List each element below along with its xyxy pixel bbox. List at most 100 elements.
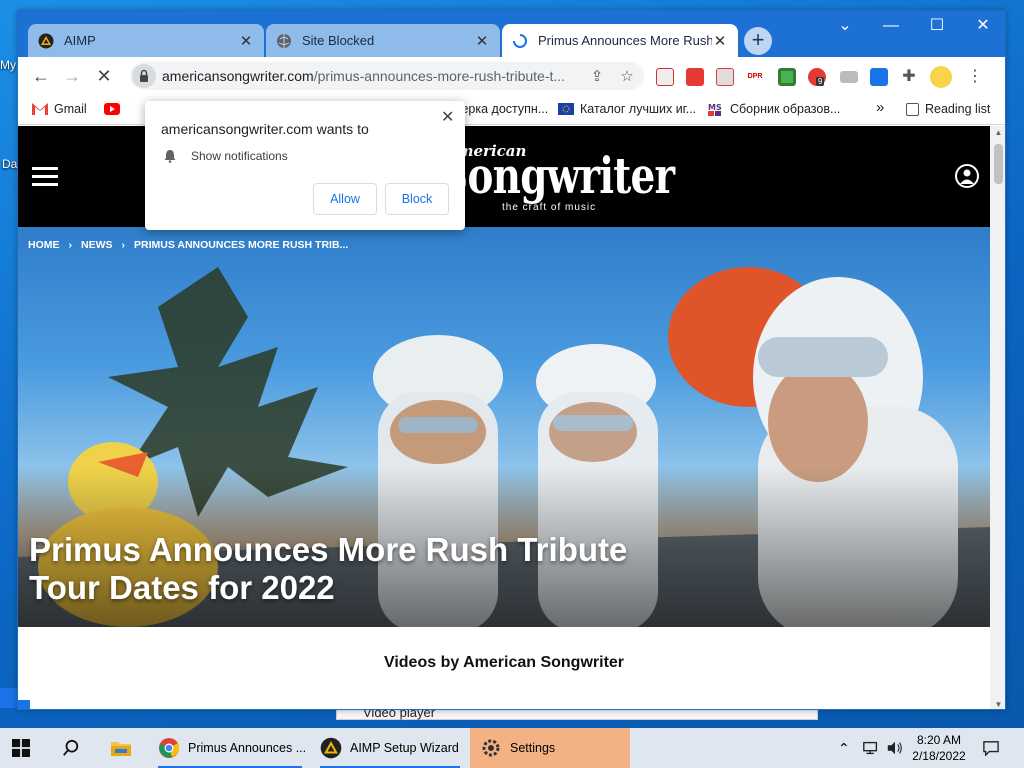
videos-section-heading: Videos by American Songwriter <box>383 654 625 671</box>
search-icon <box>63 739 79 756</box>
action-center-glyph <box>983 741 999 756</box>
extension-badge: 9 <box>816 77 825 86</box>
taskbar-item-settings[interactable]: Settings <box>470 728 630 768</box>
minimize-button[interactable]: — <box>868 11 914 41</box>
notification-center-icon[interactable] <box>982 728 1002 768</box>
tab-close-icon[interactable]: ✕ <box>474 32 490 50</box>
clock-date: 2/18/2022 <box>912 749 966 763</box>
breadcrumb-news[interactable]: NEWS <box>81 239 113 251</box>
site-logo-tagline: the craft of music <box>502 202 597 213</box>
start-button[interactable] <box>12 728 38 768</box>
maximize-button[interactable]: ☐ <box>914 11 960 41</box>
bookmark-gmail[interactable]: Gmail <box>32 102 87 116</box>
windows-logo-icon <box>12 739 30 757</box>
block-button[interactable]: Block <box>385 183 449 215</box>
volume-icon[interactable] <box>886 728 906 768</box>
folder-icon <box>111 742 131 756</box>
aimp-icon <box>320 737 342 759</box>
extension-icon-6[interactable]: 9 <box>808 68 826 86</box>
notification-permission-popup: americansongwriter.com wants to ✕ Show n… <box>145 101 465 230</box>
popup-close-icon[interactable]: ✕ <box>441 107 454 127</box>
tab-primus-article[interactable]: Primus Announces More Rush Tr ✕ <box>502 24 738 57</box>
breadcrumb: HOME › NEWS › PRIMUS ANNOUNCES MORE RUSH TRI… <box>28 239 348 251</box>
network-icon[interactable] <box>862 728 882 768</box>
taskbar-item-aimp-setup[interactable]: AIMP Setup Wizard <box>312 728 468 768</box>
aimp-icon <box>38 33 54 48</box>
system-clock[interactable]: 8:20 AM 2/18/2022 <box>904 732 974 764</box>
article-title-line-1: Primus Announces More Rush Tribute <box>29 531 628 568</box>
url-domain: americansongwriter.com <box>162 68 314 84</box>
bookmarks-overflow-button[interactable]: » <box>876 99 884 116</box>
extension-icon-1[interactable] <box>656 68 674 86</box>
permission-text: Show notifications <box>191 149 288 163</box>
loading-spinner-icon <box>513 33 527 48</box>
tab-close-icon[interactable]: ✕ <box>238 32 254 50</box>
scroll-down-arrow-icon[interactable]: ▼ <box>990 700 1005 709</box>
extensions-puzzle-icon[interactable]: ✚ <box>900 68 918 86</box>
taskbar-item-label: AIMP Setup Wizard <box>350 741 459 755</box>
page-scrollbar[interactable]: ▲ ▼ <box>990 126 1005 709</box>
extension-icon-3[interactable] <box>716 68 734 86</box>
page-side-widget[interactable] <box>18 700 30 709</box>
extension-icon-2[interactable] <box>686 68 704 86</box>
bookmark-label: Сборник образов... <box>730 102 841 116</box>
profile-avatar[interactable] <box>930 66 952 88</box>
network-glyph <box>863 741 878 755</box>
bookmark-image-collection[interactable]: MS Сборник образов... <box>708 102 840 116</box>
taskbar-item-label: Settings <box>510 741 556 755</box>
new-tab-button[interactable]: + <box>744 27 772 55</box>
bookmark-label: Каталог лучших иг... <box>580 102 697 116</box>
bookmark-youtube[interactable] <box>104 102 126 116</box>
share-icon[interactable]: ⇪ <box>588 68 606 86</box>
reading-list-button[interactable]: Reading list <box>906 102 990 116</box>
extension-icon-8[interactable] <box>870 68 888 86</box>
article-title-line-2: Tour Dates for 2022 <box>29 569 335 606</box>
hero-image: HOME › NEWS › PRIMUS ANNOUNCES MORE RUSH TRI… <box>18 227 990 627</box>
tab-site-blocked[interactable]: Site Blocked ✕ <box>266 24 500 57</box>
desktop-label-da[interactable]: Da <box>2 157 17 171</box>
extension-icon-7[interactable] <box>840 71 858 83</box>
scroll-up-arrow-icon[interactable]: ▲ <box>990 128 1005 137</box>
breadcrumb-separator: › <box>121 239 126 251</box>
popup-title: americansongwriter.com wants to <box>161 121 369 137</box>
eu-flag-icon <box>558 103 574 115</box>
address-bar[interactable]: americansongwriter.com/primus-announces-… <box>130 62 644 90</box>
reading-list-icon <box>906 102 919 116</box>
browser-window: AIMP ✕ Site Blocked ✕ Primus Announces M… <box>17 10 1006 710</box>
browser-titlebar: AIMP ✕ Site Blocked ✕ Primus Announces M… <box>18 11 1005 61</box>
article-title: Primus Announces More Rush Tribute Tour … <box>29 531 689 607</box>
browser-toolbar: ← → ✕ americansongwriter.com/primus-anno… <box>18 57 1005 95</box>
bookmark-label: Gmail <box>54 102 87 116</box>
youtube-icon <box>104 103 120 115</box>
tab-search-icon[interactable]: ⌄ <box>822 11 868 41</box>
scrollbar-thumb[interactable] <box>994 144 1003 184</box>
stop-button[interactable]: ✕ <box>91 63 117 89</box>
chrome-icon <box>159 738 180 758</box>
extension-icon-4[interactable]: DPR <box>746 68 764 86</box>
desktop-label-my[interactable]: My <box>0 58 16 72</box>
hamburger-menu-icon[interactable] <box>32 167 58 187</box>
chrome-menu-icon[interactable]: ⋮ <box>966 68 984 86</box>
user-account-icon[interactable] <box>955 164 979 188</box>
tab-title: Primus Announces More Rush Tr <box>538 33 712 48</box>
bookmark-star-icon[interactable]: ☆ <box>618 68 636 86</box>
file-explorer-button[interactable] <box>110 728 136 768</box>
taskbar-item-label: Primus Announces ... <box>188 741 307 755</box>
extension-icon-5[interactable] <box>778 68 796 86</box>
tray-overflow-chevron-icon[interactable]: ⌃ <box>838 728 856 768</box>
search-button[interactable] <box>62 728 86 768</box>
forward-button[interactable]: → <box>59 63 85 89</box>
back-button[interactable]: ← <box>28 63 54 89</box>
tab-close-icon[interactable]: ✕ <box>712 32 728 50</box>
breadcrumb-home[interactable]: HOME <box>28 239 60 251</box>
close-window-button[interactable]: ✕ <box>960 11 1005 41</box>
bookmark-games-catalog[interactable]: Каталог лучших иг... <box>558 102 696 116</box>
reading-list-label: Reading list <box>925 102 991 116</box>
gear-icon <box>482 739 500 757</box>
taskbar-item-chrome[interactable]: Primus Announces ... <box>150 728 310 768</box>
url-path: /primus-announces-more-rush-tribute-t... <box>313 68 566 84</box>
tab-aimp[interactable]: AIMP ✕ <box>28 24 264 57</box>
allow-button[interactable]: Allow <box>313 183 377 215</box>
url-text[interactable]: americansongwriter.com/primus-announces-… <box>162 68 582 84</box>
lock-icon[interactable] <box>132 64 156 88</box>
